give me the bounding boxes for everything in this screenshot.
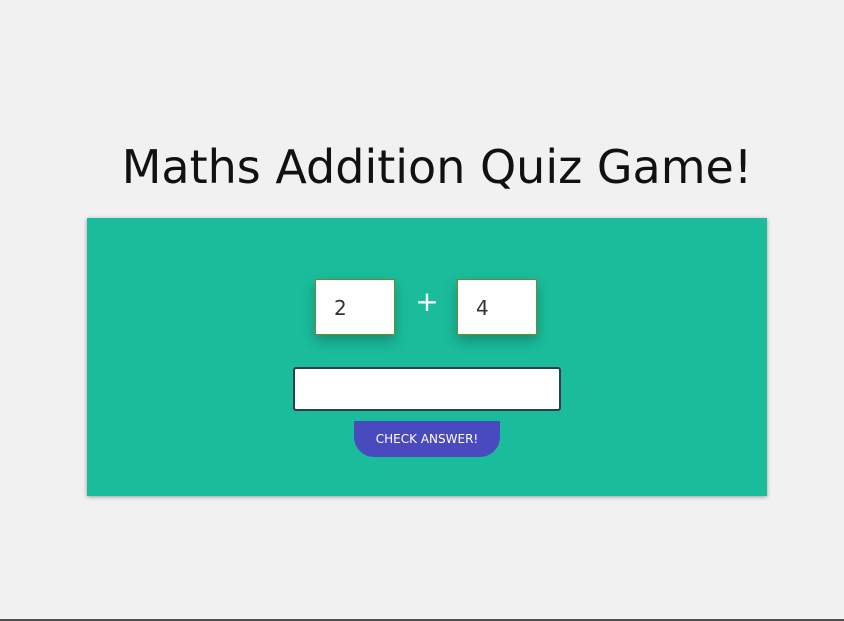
second-number-box: 4 [457,279,537,335]
plus-operator: + [415,285,439,318]
check-answer-button[interactable]: CHECK ANSWER! [354,421,500,457]
page-title: Maths Addition Quiz Game! [121,140,753,194]
answer-input[interactable] [293,367,561,411]
quiz-panel: 2 + 4 CHECK ANSWER! [87,218,767,496]
quiz-page: Maths Addition Quiz Game! 2 + 4 CHECK AN… [0,0,844,621]
first-number-box: 2 [315,279,395,335]
